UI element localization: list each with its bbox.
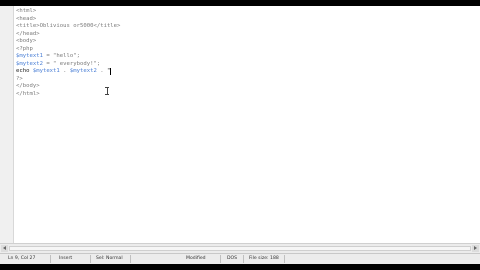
scroll-right-arrow-icon[interactable] (472, 245, 479, 252)
code-token: </body> (16, 83, 40, 89)
code-token: or5000</title> (73, 23, 121, 29)
code-token: = " everybody!"; (42, 60, 101, 67)
code-token: </head> (16, 30, 40, 37)
horizontal-scrollbar[interactable] (0, 243, 480, 253)
code-line[interactable]: <head> (16, 16, 478, 24)
code-token: . (59, 68, 70, 74)
code-token: . (96, 68, 107, 74)
mouse-ibeam-cursor-icon (105, 87, 109, 95)
code-line[interactable]: <?php (16, 46, 478, 54)
code-line[interactable]: <title>Oblivious or5000</title> (16, 23, 478, 31)
text-caret (110, 68, 112, 75)
status-separator (243, 255, 244, 263)
code-token: = "hello"; (42, 53, 80, 59)
code-line[interactable]: </body> (16, 83, 478, 91)
code-line[interactable]: </head> (16, 31, 478, 39)
scrollbar-thumb[interactable] (9, 246, 471, 251)
status-style: Sel: Normal (96, 256, 123, 261)
code-token: $mytext1 (16, 53, 43, 59)
status-separator (50, 255, 51, 263)
status-modified: Modified (186, 256, 206, 261)
code-line[interactable]: </html> (16, 91, 478, 99)
code-token: $mytext2 (16, 60, 43, 67)
code-line[interactable]: $mytext1 = "hello"; (16, 53, 478, 61)
code-token: ?> (16, 75, 23, 82)
code-token: <title>Oblivious (16, 23, 70, 29)
status-position: Ln 9, Col 27 (8, 256, 36, 261)
code-token: $mytext2 (69, 68, 97, 74)
code-line[interactable]: $mytext2 = " everybody!"; (16, 61, 478, 69)
status-mode: Insert (59, 256, 73, 261)
status-separator (130, 255, 131, 263)
status-filesize: File size: 188 (249, 256, 279, 261)
code-token: <?php (16, 45, 33, 52)
status-encoding: DOS (227, 256, 238, 261)
code-token: <html> (16, 8, 37, 14)
code-line[interactable]: ?> (16, 76, 478, 84)
code-token: <head> (16, 15, 37, 22)
code-token: </html> (16, 90, 40, 97)
code-token: <body> (16, 38, 37, 44)
code-token: echo (16, 68, 33, 74)
code-line[interactable]: <body> (16, 38, 478, 46)
code-line[interactable]: echo $mytext1 . $mytext2 . " (16, 68, 478, 76)
line-gutter (0, 6, 14, 243)
scroll-left-arrow-icon[interactable] (1, 245, 8, 252)
status-separator (90, 255, 91, 263)
status-separator (284, 255, 285, 263)
code-editor[interactable]: <html> <head> <title>Oblivious or5000</tit… (16, 8, 478, 242)
status-bar: Ln 9, Col 27 Insert Sel: Normal Modified… (0, 253, 480, 264)
editor-window: <html> <head> <title>Oblivious or5000</tit… (0, 6, 480, 264)
code-token: $mytext1 (32, 68, 60, 74)
status-separator (220, 255, 221, 263)
code-line[interactable]: <html> (16, 8, 478, 16)
